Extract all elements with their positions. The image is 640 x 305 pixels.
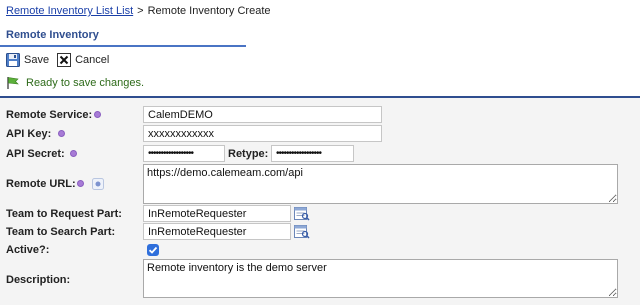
required-indicator-icon [94,111,101,118]
help-icon[interactable] [92,178,104,190]
api-secret-retype-input[interactable] [271,145,354,162]
status-text: Ready to save changes. [26,77,145,89]
lookup-icon[interactable] [294,225,310,239]
row-remote-url: Remote URL: https://demo.calemeam.com/ap… [0,164,640,204]
cancel-label: Cancel [75,54,110,66]
team-search-input[interactable] [143,223,291,240]
remote-url-label: Remote URL: [6,178,76,190]
save-icon [6,53,20,67]
active-checkbox[interactable] [147,244,159,256]
description-label: Description: [6,274,71,286]
api-key-label: API Key: [6,128,52,140]
required-indicator-icon [58,130,65,137]
status-message-area: Ready to save changes. [6,76,144,90]
retype-label: Retype: [228,148,269,160]
cancel-button[interactable]: Cancel [57,51,109,69]
description-textarea[interactable]: Remote inventory is the demo server [143,259,618,298]
row-active: Active?: [0,243,640,257]
row-description: Description: Remote inventory is the dem… [0,259,640,299]
remote-url-textarea[interactable]: https://demo.calemeam.com/api [143,164,618,204]
breadcrumb-separator: > [137,5,144,17]
row-api-key: API Key: [0,125,640,143]
lookup-icon[interactable] [294,207,310,221]
api-secret-input[interactable] [143,145,225,162]
team-search-label: Team to Search Part: [6,226,116,238]
breadcrumb-current: Remote Inventory Create [147,5,271,17]
active-label: Active?: [6,244,50,256]
save-label: Save [24,54,50,66]
breadcrumb: Remote Inventory List List > Remote Inve… [6,5,271,19]
breadcrumb-parent-link[interactable]: Remote Inventory List List [6,5,133,19]
row-remote-service: Remote Service: [0,106,640,124]
required-indicator-icon [77,180,84,187]
remote-service-label: Remote Service: [6,109,93,121]
checkmark-icon [148,246,158,254]
toolbar: Save Cancel [6,51,109,69]
team-request-input[interactable] [143,205,291,222]
flag-icon [6,76,20,90]
api-secret-label: API Secret: [6,148,65,160]
cancel-icon [57,53,72,67]
save-button[interactable]: Save [6,51,49,69]
remote-service-input[interactable] [143,106,382,123]
section-divider [0,45,246,47]
section-title: Remote Inventory [6,29,99,41]
row-team-search: Team to Search Part: [0,223,640,241]
team-request-label: Team to Request Part: [6,208,122,220]
required-indicator-icon [70,150,77,157]
row-team-request: Team to Request Part: [0,205,640,223]
api-key-input[interactable] [143,125,382,142]
row-api-secret: API Secret: Retype: [0,145,640,163]
